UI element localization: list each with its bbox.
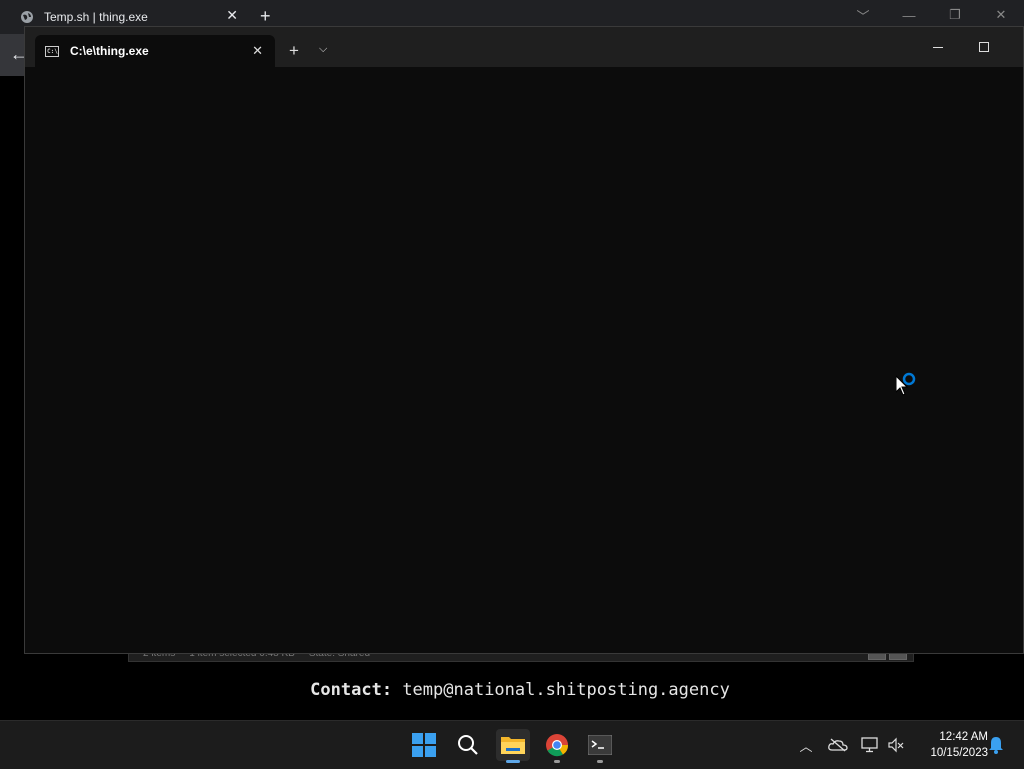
search-icon: [458, 735, 478, 755]
minimize-icon: [933, 46, 943, 48]
chrome-icon: [546, 734, 569, 757]
contact-email: temp@national.shitposting.agency: [402, 680, 730, 700]
taskbar: ︿ 12:42 AM 10/15/2023: [0, 720, 1024, 769]
contact-line: Contact: temp@national.shitposting.agenc…: [0, 680, 1024, 700]
chrome-button[interactable]: [540, 729, 574, 763]
bell-icon: [989, 737, 1003, 754]
terminal-dropdown-icon[interactable]: ⌵: [319, 43, 327, 56]
volume-muted-icon: [888, 737, 904, 753]
running-indicator: [597, 760, 603, 763]
contact-label: Contact:: [310, 680, 393, 700]
terminal-new-tab-button[interactable]: +: [289, 41, 299, 61]
start-button[interactable]: [407, 729, 441, 761]
browser-tab-title: Temp.sh | thing.exe: [44, 10, 148, 24]
globe-icon: [21, 11, 33, 23]
terminal-content[interactable]: [25, 67, 1023, 653]
browser-tab-close-icon[interactable]: ✕: [226, 7, 238, 24]
terminal-tab-close-icon[interactable]: ✕: [252, 43, 263, 59]
file-explorer-button[interactable]: [496, 729, 530, 763]
terminal-tab-title: C:\e\thing.exe: [70, 44, 149, 58]
terminal-tab[interactable]: C:\ C:\e\thing.exe ✕: [35, 35, 275, 67]
network-button[interactable]: [858, 721, 882, 769]
terminal-button[interactable]: [583, 729, 617, 763]
browser-new-tab-button[interactable]: +: [260, 6, 271, 27]
active-indicator: [506, 760, 520, 763]
volume-button[interactable]: [884, 721, 908, 769]
notifications-button[interactable]: [986, 721, 1006, 769]
terminal-maximize-button[interactable]: [969, 37, 999, 57]
tray-overflow-icon[interactable]: ︿: [796, 721, 816, 769]
windows-start-icon: [412, 733, 436, 757]
search-button[interactable]: [451, 729, 485, 761]
terminal-minimize-button[interactable]: [923, 37, 953, 57]
onedrive-offline-icon: [828, 738, 848, 752]
terminal-icon: [588, 735, 612, 755]
network-icon: [861, 737, 878, 753]
terminal-window: C:\ C:\e\thing.exe ✕ + ⌵: [24, 26, 1024, 654]
maximize-icon: [979, 42, 989, 52]
onedrive-button[interactable]: [826, 721, 850, 769]
busy-cursor-icon: [896, 372, 916, 396]
clock[interactable]: 12:42 AM 10/15/2023: [912, 729, 988, 761]
folder-icon: [501, 737, 525, 754]
cmd-icon: C:\: [45, 45, 59, 57]
terminal-title-bar: C:\ C:\e\thing.exe ✕ + ⌵: [25, 27, 1023, 67]
clock-time: 12:42 AM: [939, 731, 988, 743]
running-indicator: [554, 760, 560, 763]
clock-date: 10/15/2023: [930, 747, 988, 759]
